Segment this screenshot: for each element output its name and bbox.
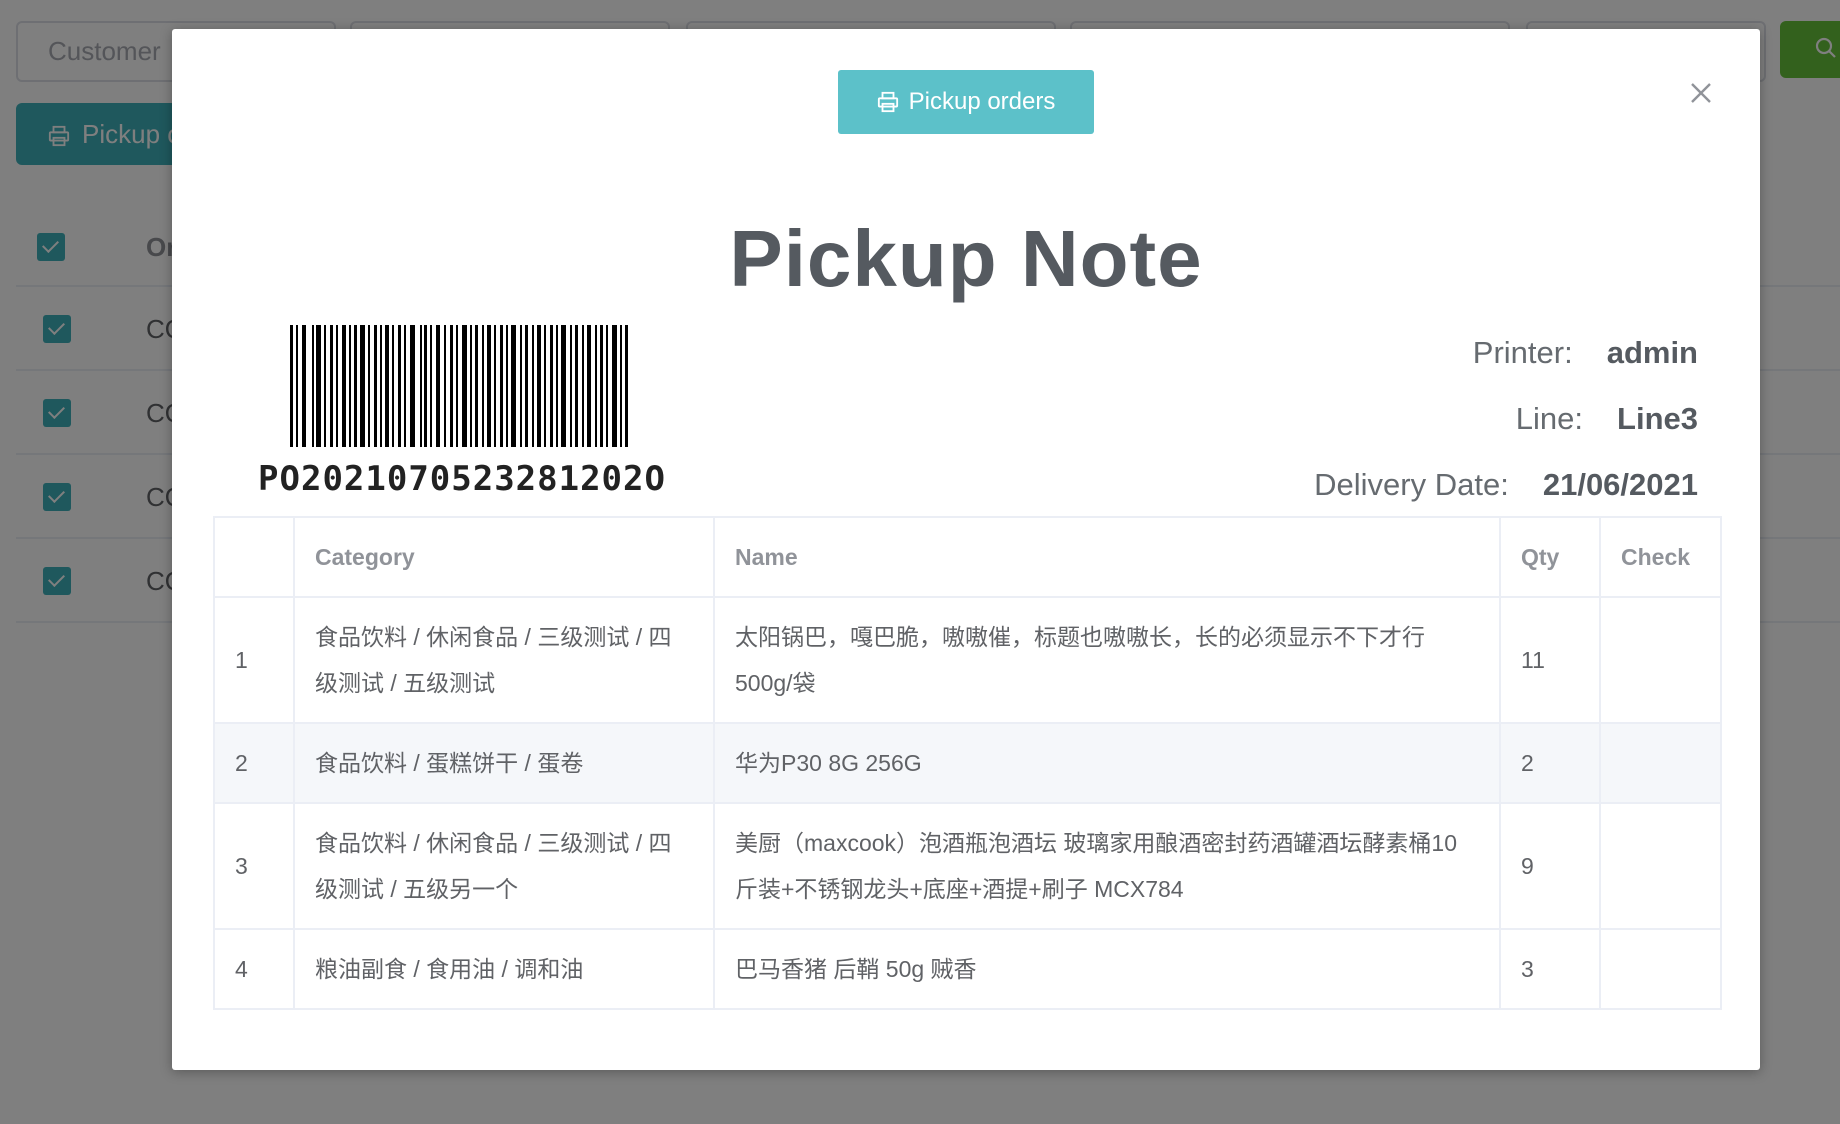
row-qty: 11 bbox=[1499, 596, 1601, 724]
col-header-check: Check bbox=[1599, 516, 1722, 598]
row-name: 巴马香猪 后鞘 50g 贼香 bbox=[713, 928, 1501, 1010]
pickup-note-dialog: Pickup orders Pickup Note PO202107052328… bbox=[172, 29, 1760, 1070]
row-qty: 9 bbox=[1499, 802, 1601, 930]
printer-value: admin bbox=[1606, 335, 1698, 370]
col-header-qty: Qty bbox=[1499, 516, 1601, 598]
row-qty: 3 bbox=[1499, 928, 1601, 1010]
row-index: 4 bbox=[213, 928, 295, 1010]
row-check bbox=[1599, 722, 1722, 804]
line-info: Line: Line3 bbox=[1516, 401, 1698, 437]
table-row: 4 粮油副食 / 食用油 / 调和油 巴马香猪 后鞘 50g 贼香 3 bbox=[213, 928, 1722, 1010]
row-check bbox=[1599, 928, 1722, 1010]
printer-label: Printer: bbox=[1472, 335, 1573, 370]
row-qty: 2 bbox=[1499, 722, 1601, 804]
row-index: 2 bbox=[213, 722, 295, 804]
table-row: 1 食品饮料 / 休闲食品 / 三级测试 / 四级测试 / 五级测试 太阳锅巴，… bbox=[213, 596, 1722, 724]
row-name: 华为P30 8G 256G bbox=[713, 722, 1501, 804]
row-name: 美厨（maxcook）泡酒瓶泡酒坛 玻璃家用酿酒密封药酒罐酒坛酵素桶10斤装+不… bbox=[713, 802, 1501, 930]
row-index: 1 bbox=[213, 596, 295, 724]
col-header-name: Name bbox=[713, 516, 1501, 598]
printer-icon bbox=[877, 91, 898, 113]
pickup-orders-print-button[interactable]: Pickup orders bbox=[838, 70, 1094, 134]
row-check bbox=[1599, 596, 1722, 724]
barcode bbox=[290, 325, 628, 447]
row-category: 食品饮料 / 蛋糕饼干 / 蛋卷 bbox=[293, 722, 715, 804]
col-header-index bbox=[213, 516, 295, 598]
col-header-category: Category bbox=[293, 516, 715, 598]
line-value: Line3 bbox=[1617, 401, 1698, 436]
table-row: 3 食品饮料 / 休闲食品 / 三级测试 / 四级测试 / 五级另一个 美厨（m… bbox=[213, 802, 1722, 930]
print-button-label: Pickup orders bbox=[908, 88, 1056, 115]
table-header-row: Category Name Qty Check bbox=[213, 516, 1722, 598]
page-title: Pickup Note bbox=[729, 214, 1203, 303]
close-icon bbox=[1691, 83, 1711, 103]
table-row: 2 食品饮料 / 蛋糕饼干 / 蛋卷 华为P30 8G 256G 2 bbox=[213, 722, 1722, 804]
line-label: Line: bbox=[1515, 401, 1584, 436]
close-button[interactable] bbox=[1682, 74, 1720, 112]
delivery-date-label: Delivery Date: bbox=[1314, 467, 1509, 502]
delivery-date-info: Delivery Date: 21/06/2021 bbox=[1314, 467, 1698, 503]
row-name: 太阳锅巴，嘎巴脆，嗷嗷催，标题也嗷嗷长，长的必须显示不下才行 500g/袋 bbox=[713, 596, 1501, 724]
row-index: 3 bbox=[213, 802, 295, 930]
printer-info: Printer: admin bbox=[1473, 335, 1698, 371]
delivery-date-value: 21/06/2021 bbox=[1542, 467, 1698, 502]
row-category: 粮油副食 / 食用油 / 调和油 bbox=[293, 928, 715, 1010]
row-check bbox=[1599, 802, 1722, 930]
row-category: 食品饮料 / 休闲食品 / 三级测试 / 四级测试 / 五级测试 bbox=[293, 596, 715, 724]
pickup-items-table: Category Name Qty Check 1 食品饮料 / 休闲食品 / … bbox=[213, 516, 1722, 1010]
row-category: 食品饮料 / 休闲食品 / 三级测试 / 四级测试 / 五级另一个 bbox=[293, 802, 715, 930]
barcode-number: PO2021070523281202O bbox=[258, 459, 666, 499]
